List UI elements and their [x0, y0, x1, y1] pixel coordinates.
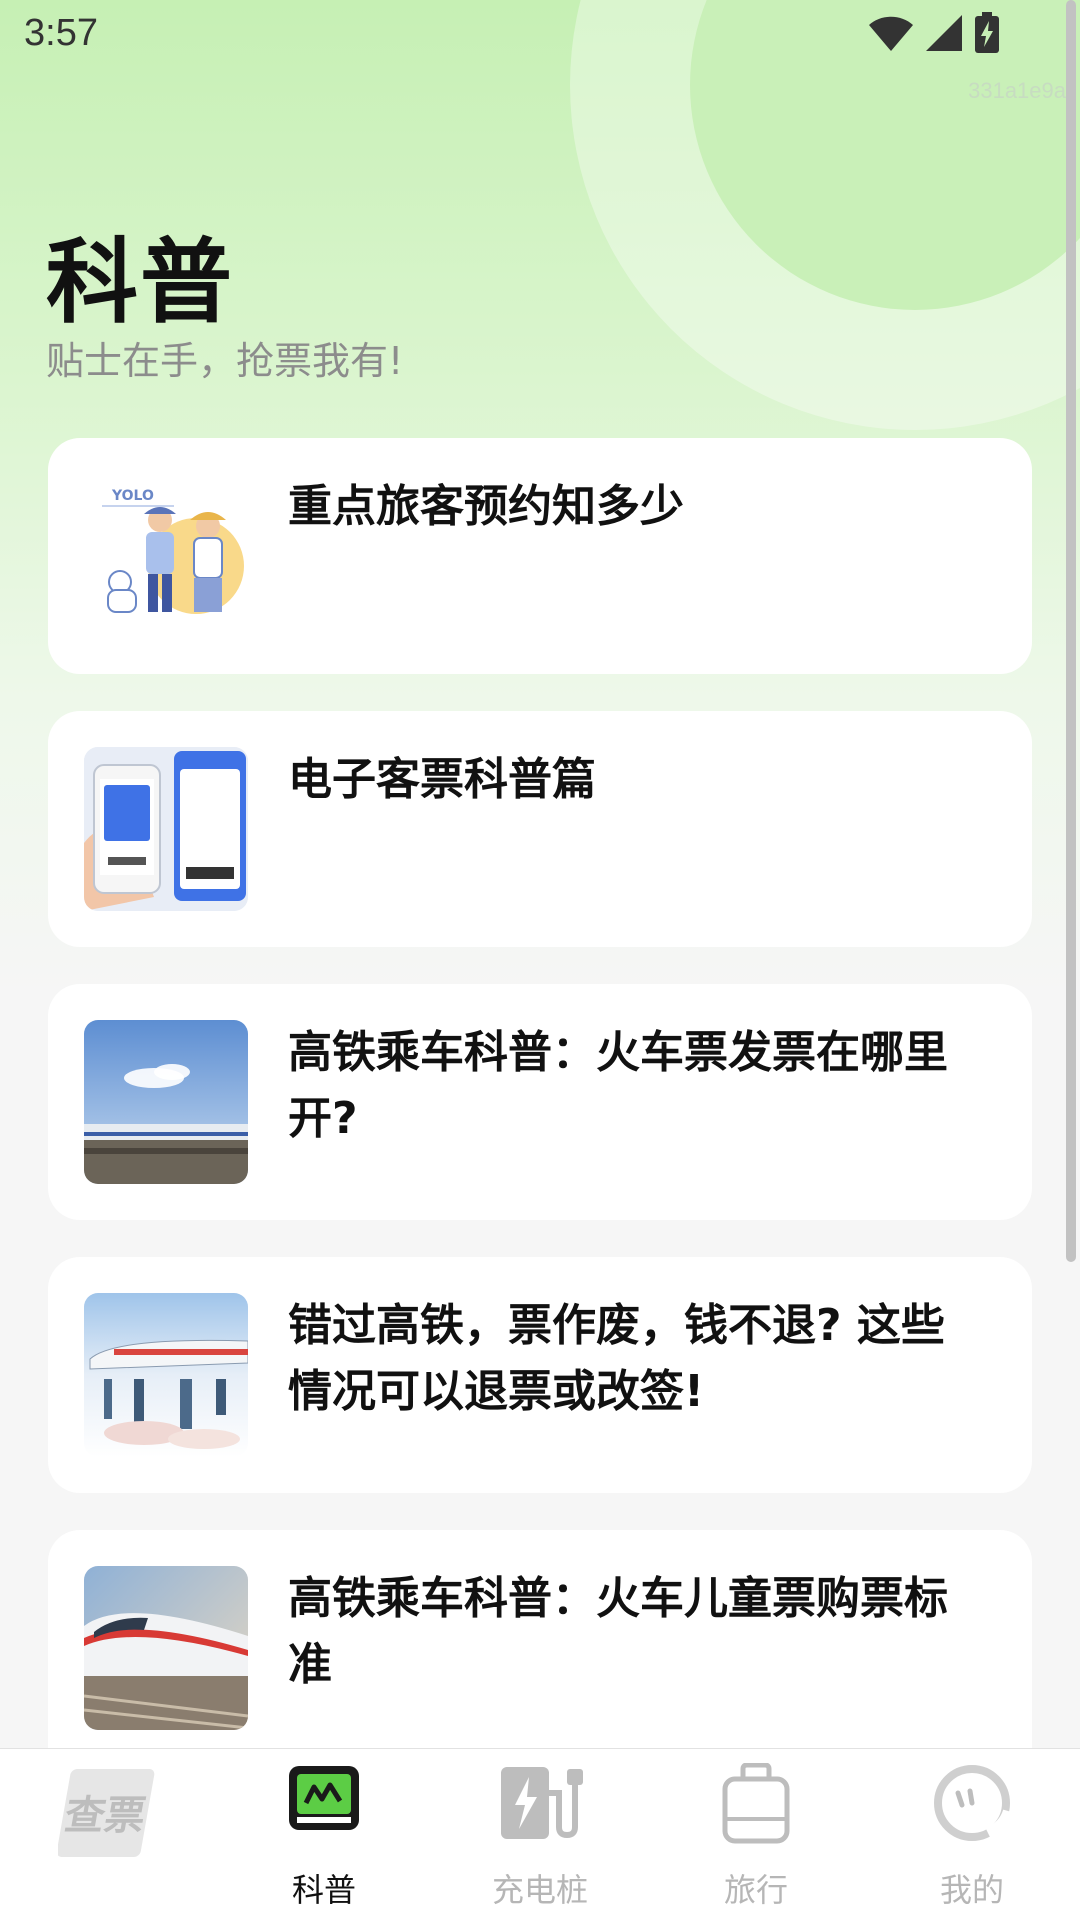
article-thumbnail [84, 1020, 248, 1184]
bullet-train-sky-image [84, 1020, 248, 1184]
wifi-icon [869, 16, 913, 51]
profile-face-icon [932, 1763, 1013, 1847]
article-title: 电子客票科普篇 [288, 754, 596, 805]
article-title: 高铁乘车科普：火车儿童票购票标准 [288, 1573, 948, 1690]
tab-profile[interactable]: 我的 [864, 1749, 1080, 1920]
ticket-logo-icon: 查票 [56, 1765, 158, 1865]
article-card[interactable]: 高铁乘车科普：火车票发票在哪里开? [48, 984, 1032, 1220]
tab-label: 我的 [939, 1871, 1004, 1909]
svg-text:查票: 查票 [61, 1792, 149, 1839]
bottom-tab-bar: 查票 科普 充电桩 旅行 我的 [0, 1748, 1080, 1920]
bullet-train-reflection-image [84, 1293, 248, 1457]
article-thumbnail [84, 1566, 248, 1730]
article-thumbnail [84, 1293, 248, 1457]
article-card[interactable]: 电子客票科普篇 [48, 711, 1032, 947]
travelers-illustration: YOLO [102, 488, 244, 614]
article-title: 高铁乘车科普：火车票发票在哪里开? [288, 1027, 948, 1144]
scrollbar[interactable] [1066, 0, 1076, 1262]
science-tab-icon [286, 1763, 362, 1837]
tab-label: 科普 [291, 1871, 356, 1909]
cellular-signal-icon [926, 15, 962, 51]
article-thumbnail: YOLO [84, 474, 248, 638]
battery-charging-icon [975, 12, 999, 53]
luggage-icon [721, 1762, 791, 1851]
article-title: 错过高铁，票作废，钱不退? 这些情况可以退票或改签! [288, 1300, 945, 1417]
article-card[interactable]: 错过高铁，票作废，钱不退? 这些情况可以退票或改签! [48, 1257, 1032, 1493]
article-thumbnail [84, 747, 248, 911]
tab-charging-station[interactable]: 充电桩 [432, 1749, 648, 1920]
status-icons [868, 12, 1000, 54]
bullet-train-speed-image [84, 1566, 248, 1730]
tab-travel[interactable]: 旅行 [648, 1749, 864, 1920]
science-screen: 3:57 331a1e9a 科普 贴士在手，抢票我有! YOLO 重点旅客预约知… [0, 0, 1080, 1920]
tab-science[interactable]: 科普 [216, 1749, 432, 1920]
device-id-label: 331a1e9a [968, 78, 1066, 103]
svg-text:YOLO: YOLO [111, 488, 154, 504]
article-card[interactable]: 高铁乘车科普：火车儿童票购票标准 [48, 1530, 1032, 1780]
charging-station-icon [497, 1763, 583, 1847]
status-time: 3:57 [24, 12, 98, 54]
article-card[interactable]: YOLO 重点旅客预约知多少 [48, 438, 1032, 674]
article-title: 重点旅客预约知多少 [288, 481, 684, 532]
page-subtitle: 贴士在手，抢票我有! [46, 339, 404, 383]
tab-label: 充电桩 [491, 1871, 588, 1909]
tab-label: 旅行 [723, 1871, 788, 1909]
e-ticket-phone-image [84, 747, 248, 911]
status-bar: 3:57 [0, 0, 1080, 80]
tab-ticket-logo[interactable]: 查票 [0, 1749, 216, 1920]
page-title: 科普 [46, 229, 235, 336]
